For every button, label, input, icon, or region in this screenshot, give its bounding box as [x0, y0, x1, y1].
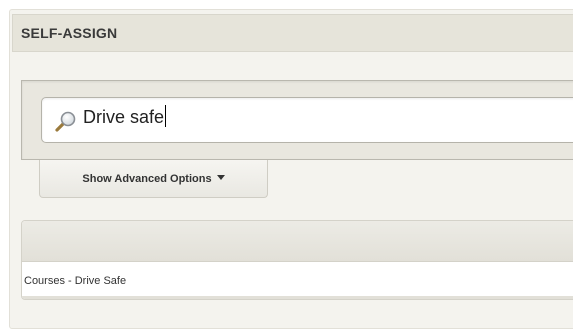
list-item-label: Courses - Drive Safe	[24, 275, 127, 287]
results-list: Courses - Drive Safe	[21, 220, 573, 300]
panel-header: SELF-ASSIGN	[12, 14, 573, 52]
search-input[interactable]: Drive safe	[83, 105, 573, 135]
results-header	[22, 221, 573, 262]
search-icon	[55, 111, 76, 132]
caret-down-icon	[216, 175, 225, 180]
panel-title: SELF-ASSIGN	[21, 25, 118, 41]
list-item[interactable]: Courses - Drive Safe	[22, 262, 573, 298]
show-advanced-options-label: Show Advanced Options	[82, 173, 212, 185]
text-caret	[165, 105, 167, 127]
self-assign-page: SELF-ASSIGN Drive safe Show Advanced Opt…	[0, 0, 573, 331]
results-footer	[22, 296, 573, 299]
search-input-value: Drive safe	[83, 107, 165, 127]
search-field[interactable]: Drive safe	[41, 97, 573, 143]
show-advanced-options-button[interactable]: Show Advanced Options	[39, 160, 268, 198]
search-bar: Drive safe	[21, 80, 573, 160]
